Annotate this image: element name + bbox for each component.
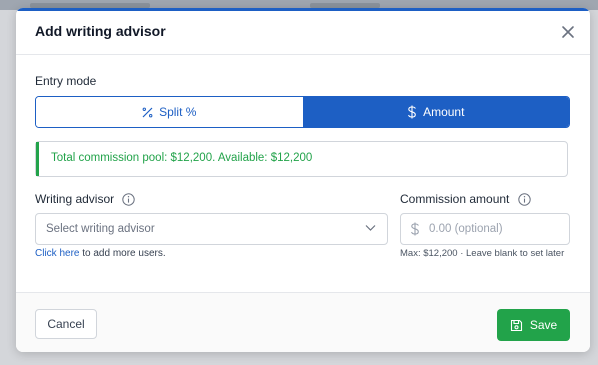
cancel-button[interactable]: Cancel <box>35 309 97 339</box>
chevron-down-icon <box>365 225 376 231</box>
save-button[interactable]: Save <box>497 309 570 341</box>
commission-pool-alert: Total commission pool: $12,200. Availabl… <box>35 141 568 177</box>
amount-label: Amount <box>423 105 465 119</box>
dialog-footer: Cancel Save <box>16 292 590 352</box>
info-icon[interactable] <box>122 193 136 207</box>
writing-advisor-select[interactable]: Select writing advisor <box>35 213 388 245</box>
commission-amount-label: Commission amount <box>400 192 510 206</box>
click-here-link[interactable]: Click here <box>35 248 79 259</box>
close-button[interactable] <box>558 22 578 42</box>
dialog-title: Add writing advisor <box>35 23 166 39</box>
dollar-icon <box>408 105 416 119</box>
percent-icon <box>142 107 153 117</box>
amount-option[interactable]: Amount <box>302 97 569 127</box>
commission-amount-input[interactable] <box>427 218 561 240</box>
entry-mode-label: Entry mode <box>35 74 97 88</box>
commission-amount-field <box>400 213 570 245</box>
commission-amount-hint: Max: $12,200 · Leave blank to set later <box>400 248 565 259</box>
save-label: Save <box>529 318 558 332</box>
add-writing-advisor-dialog: Add writing advisor Entry mode Split % A… <box>16 8 590 352</box>
commission-amount-label-row: Commission amount <box>400 192 531 207</box>
add-users-helper-text: to add more users. <box>79 248 166 259</box>
writing-advisor-label: Writing advisor <box>35 192 115 206</box>
info-icon[interactable] <box>518 193 531 207</box>
close-icon <box>562 26 574 38</box>
alert-accent <box>36 142 39 176</box>
dollar-icon <box>411 222 419 236</box>
add-users-helper: Click here to add more users. <box>35 248 166 259</box>
split-percent-label: Split % <box>159 105 197 119</box>
writing-advisor-label-row: Writing advisor <box>35 192 136 207</box>
split-percent-option[interactable]: Split % <box>36 97 303 127</box>
entry-mode-toggle: Split % Amount <box>35 96 570 128</box>
writing-advisor-placeholder: Select writing advisor <box>46 223 155 235</box>
commission-pool-text: Total commission pool: $12,200. Availabl… <box>51 152 313 164</box>
dialog-header: Add writing advisor <box>16 11 590 55</box>
save-icon <box>510 319 522 331</box>
